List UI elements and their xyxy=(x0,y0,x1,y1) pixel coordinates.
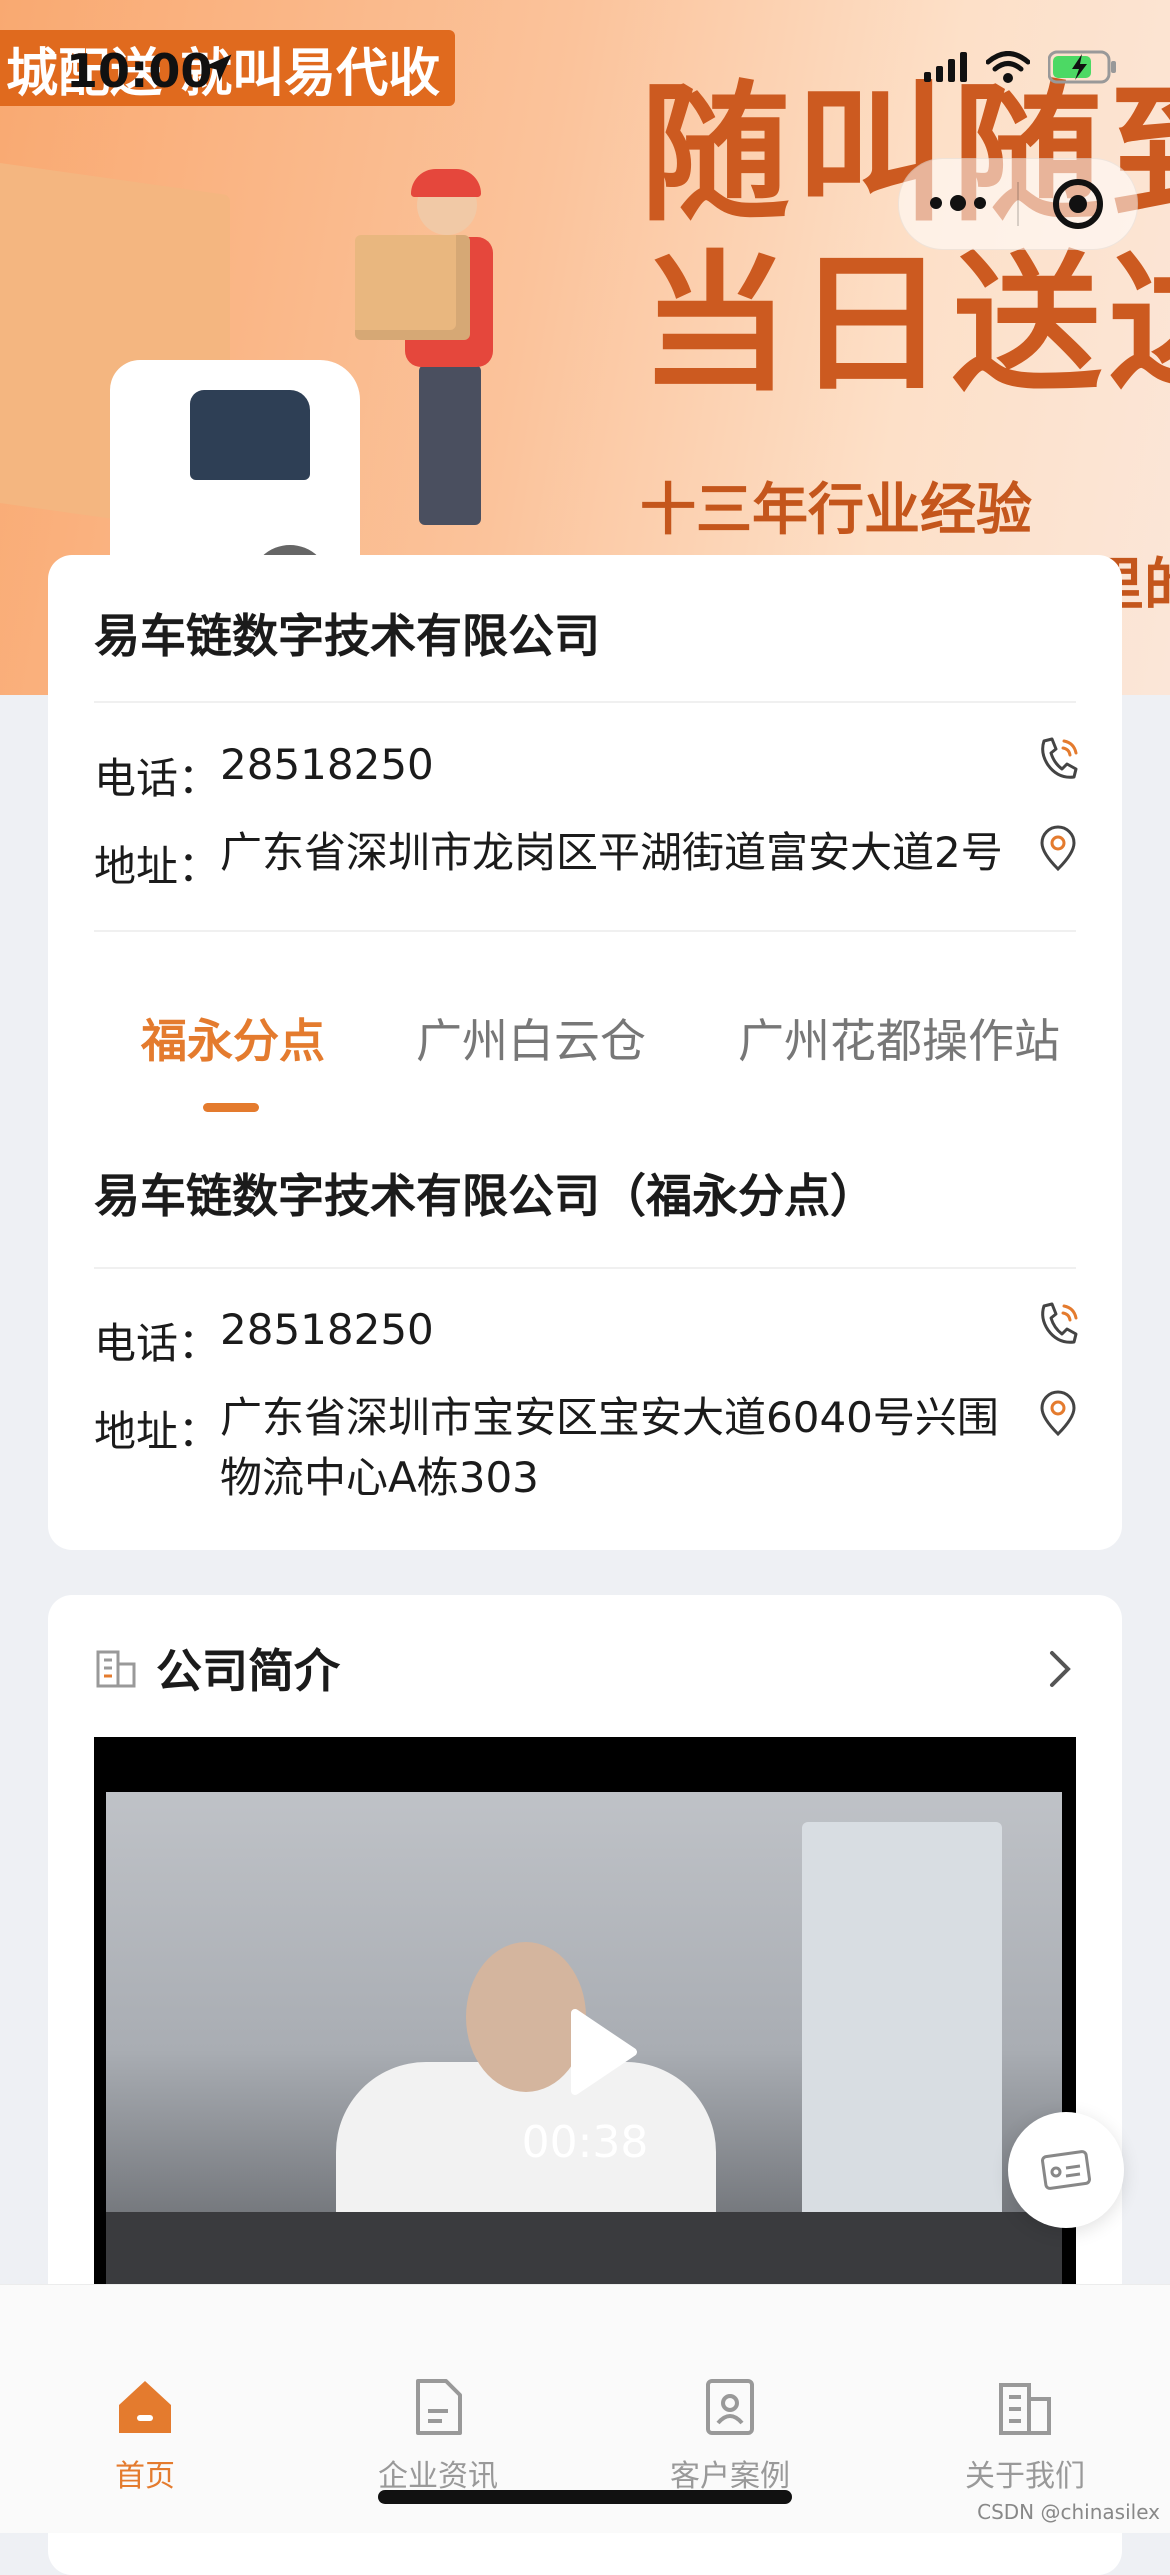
address-label: 地址： xyxy=(94,842,221,891)
phone-call-icon[interactable] xyxy=(1036,1300,1080,1348)
company-phone[interactable]: 28518250 xyxy=(220,735,434,795)
location-arrow-icon xyxy=(204,54,232,82)
active-tab-indicator xyxy=(203,1103,259,1112)
location-pin-icon[interactable] xyxy=(1036,825,1080,873)
banner-slogan-line2: 当日送达 xyxy=(640,238,1170,412)
branch-phone-label: 电话： xyxy=(94,1319,221,1368)
status-icons xyxy=(924,50,1118,84)
company-info-card: 易车链数字技术有限公司 电话： 28518250 地址： 广东省深圳市龙岗区平湖… xyxy=(48,555,1122,1550)
battery-charging-icon xyxy=(1048,50,1116,84)
tab-branch-3[interactable]: 广州花都操作站 xyxy=(738,1005,1060,1071)
document-icon xyxy=(416,2379,462,2435)
tabbar-cases[interactable]: 客户案例 xyxy=(630,2375,830,2495)
branch-name: 易车链数字技术有限公司（福永分点） xyxy=(94,1169,876,1223)
divider xyxy=(94,930,1076,932)
play-icon[interactable] xyxy=(569,2007,639,2097)
status-time: 10:00 xyxy=(66,44,213,98)
parcel-illustration xyxy=(355,235,470,340)
divider xyxy=(94,701,1076,703)
more-icon[interactable] xyxy=(899,195,1017,211)
chevron-right-icon[interactable] xyxy=(1046,1647,1074,1691)
tabbar-news[interactable]: 企业资讯 xyxy=(338,2375,538,2495)
courier-illustration xyxy=(395,169,505,535)
business-card-icon xyxy=(1041,2150,1091,2190)
contact-card-icon xyxy=(706,2379,754,2435)
branch-phone[interactable]: 28518250 xyxy=(220,1300,434,1360)
tabbar-cases-label: 客户案例 xyxy=(670,2459,790,2494)
tab-branch-2[interactable]: 广州白云仓 xyxy=(416,1005,646,1071)
tabbar-home-label: 首页 xyxy=(115,2459,175,2494)
close-target-icon[interactable] xyxy=(1019,176,1137,232)
branch-address-line1: 广东省深圳市宝安区宝安大道6040号兴围 xyxy=(220,1393,999,1442)
video-duration: 00:38 xyxy=(521,2117,649,2168)
branch-tabs: 福永分点 广州白云仓 广州花都操作站 xyxy=(48,995,1122,1115)
branch-address-label: 地址： xyxy=(94,1407,221,1456)
company-address: 广东省深圳市龙岗区平湖街道富安大道2号 xyxy=(220,828,1003,877)
tabbar-about[interactable]: 关于我们 xyxy=(925,2375,1125,2495)
truck-window-illustration xyxy=(190,390,310,480)
tab-branch-1[interactable]: 福永分点 xyxy=(141,1005,325,1071)
building-icon xyxy=(96,1650,136,1688)
watermark: CSDN @chinasilex xyxy=(977,2500,1160,2524)
branch-address-line2: 物流中心A栋303 xyxy=(220,1453,539,1502)
phone-call-icon[interactable] xyxy=(1036,735,1080,783)
home-indicator xyxy=(378,2490,792,2504)
divider xyxy=(94,1267,1076,1269)
building-icon xyxy=(999,2383,1051,2435)
banner-slogan-sub: 十三年行业经验 xyxy=(640,478,1032,543)
signal-icon xyxy=(924,52,967,82)
home-icon xyxy=(119,2381,171,2433)
tabbar-home[interactable]: 首页 xyxy=(45,2375,245,2495)
location-pin-icon[interactable] xyxy=(1036,1390,1080,1438)
company-name: 易车链数字技术有限公司 xyxy=(94,609,600,663)
intro-header: 公司简介 xyxy=(94,1635,340,1701)
phone-label: 电话： xyxy=(94,754,221,803)
wifi-icon xyxy=(986,51,1030,83)
tabbar-about-label: 关于我们 xyxy=(965,2459,1085,2494)
mini-program-capsule xyxy=(898,158,1138,250)
tabbar-news-label: 企业资讯 xyxy=(378,2459,498,2494)
intro-title: 公司简介 xyxy=(156,1644,340,1698)
floating-contact-button[interactable] xyxy=(1008,2112,1124,2228)
